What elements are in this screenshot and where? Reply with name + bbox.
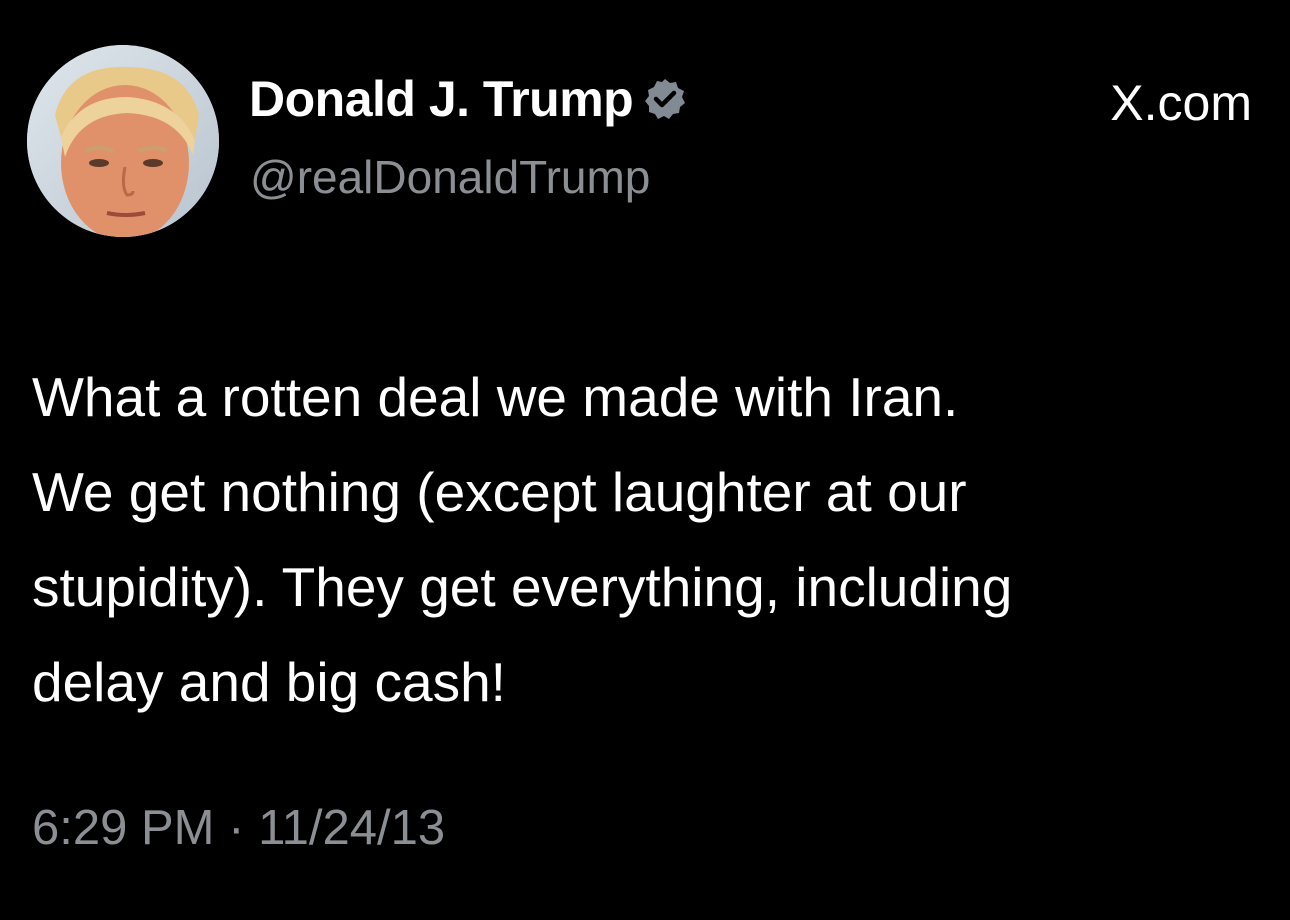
site-label: X.com [1110, 75, 1252, 131]
tweet-text-line: We get nothing (except laughter at our [32, 461, 967, 523]
avatar[interactable] [27, 45, 219, 237]
tweet-text-line: stupidity). They get everything, includi… [32, 556, 1013, 618]
profile-photo-icon [27, 45, 219, 237]
tweet-text-line: What a rotten deal we made with Iran. [32, 366, 959, 428]
tweet-text: What a rotten deal we made with Iran. We… [32, 350, 1268, 730]
tweet-date: 11/24/13 [258, 801, 446, 855]
display-name[interactable]: Donald J. Trump [249, 70, 634, 128]
tweet-text-line: delay and big cash! [32, 651, 506, 713]
verified-badge-icon [643, 77, 687, 121]
timestamp-separator: · [228, 801, 245, 855]
author-name-row: Donald J. Trump [249, 70, 687, 128]
tweet-timestamp[interactable]: 6:29 PM · 11/24/13 [32, 800, 445, 856]
author-handle[interactable]: @realDonaldTrump [250, 150, 650, 204]
tweet-screenshot: Donald J. Trump @realDonaldTrump X.com W… [0, 0, 1290, 920]
tweet-time: 6:29 PM [32, 801, 215, 855]
